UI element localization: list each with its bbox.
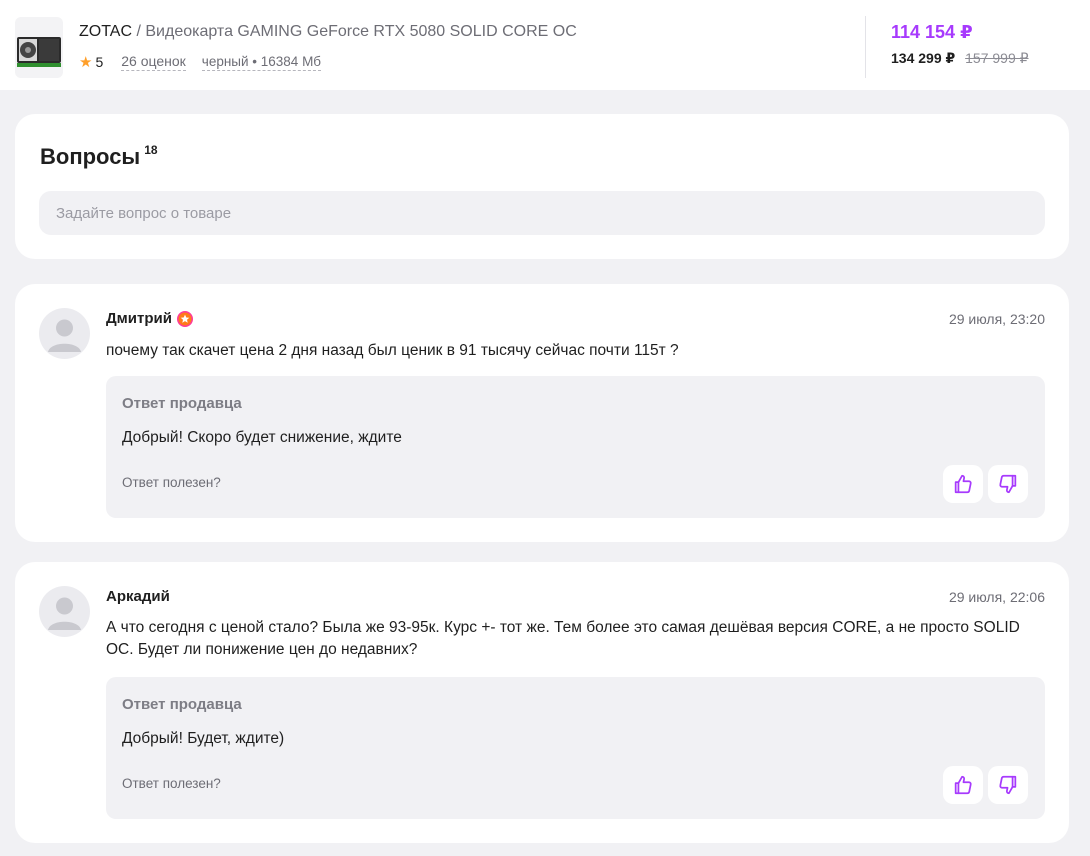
price-old: 157 999 ₽ — [965, 50, 1029, 66]
answer-text: Добрый! Будет, ждите) — [122, 730, 285, 747]
avatar — [39, 586, 90, 637]
star-icon: ★ — [79, 54, 93, 71]
product-meta: ★ 5 26 оценок черный • 16384 Мб — [79, 52, 322, 72]
seller-answer: Ответ продавца Добрый! Скоро будет сниже… — [106, 376, 1045, 518]
avatar — [39, 308, 90, 359]
helpful-label: Ответ полезен? — [122, 776, 221, 791]
price-main: 114 154 ₽ — [891, 22, 973, 42]
thumbs-down-icon — [999, 474, 1017, 494]
answer-label: Ответ продавца — [122, 395, 242, 412]
helpful-label: Ответ полезен? — [122, 475, 221, 490]
question-date: 29 июля, 23:20 — [948, 311, 1045, 327]
thumbs-up-button[interactable] — [943, 766, 983, 804]
product-title[interactable]: ZOTAC / Видеокарта GAMING GeForce RTX 50… — [79, 22, 577, 42]
answer-text: Добрый! Скоро будет снижение, ждите — [122, 429, 402, 446]
rating-value: 5 — [95, 54, 104, 70]
question-date: 29 июля, 22:06 — [948, 589, 1045, 605]
thumbs-down-button[interactable] — [988, 766, 1028, 804]
author-name: Дмитрий — [106, 310, 172, 327]
thumbs-down-button[interactable] — [988, 465, 1028, 503]
author-name: Аркадий — [106, 588, 170, 605]
questions-count: 18 — [144, 142, 158, 157]
questions-title-text: Вопросы — [40, 144, 141, 169]
question-item: Аркадий 29 июля, 22:06 А что сегодня с ц… — [15, 562, 1069, 843]
variant-selector[interactable]: черный • 16384 Мб — [201, 54, 322, 71]
product-header: ZOTAC / Видеокарта GAMING GeForce RTX 50… — [0, 0, 1090, 90]
seller-answer: Ответ продавца Добрый! Будет, ждите) Отв… — [106, 677, 1045, 819]
badge-icon — [176, 310, 193, 327]
ask-question-input[interactable] — [39, 191, 1045, 235]
price-secondary: 134 299 ₽ 157 999 ₽ — [891, 50, 1029, 67]
question-text: А что сегодня с ценой стало? Была же 93-… — [106, 619, 1020, 658]
questions-title: Вопросы 18 — [40, 142, 158, 170]
answer-label: Ответ продавца — [122, 696, 242, 713]
question-author: Аркадий — [106, 588, 170, 605]
thumbs-up-icon — [954, 474, 972, 494]
product-name[interactable]: Видеокарта GAMING GeForce RTX 5080 SOLID… — [145, 23, 576, 40]
reviews-link[interactable]: 26 оценок — [121, 53, 186, 71]
user-avatar-icon — [48, 319, 81, 352]
thumbs-down-icon — [999, 775, 1017, 795]
price-card: 134 299 ₽ — [891, 50, 956, 66]
brand-name[interactable]: ZOTAC — [79, 23, 132, 40]
question-text: почему так скачет цена 2 дня назад был ц… — [106, 342, 679, 359]
header-divider — [865, 16, 866, 78]
thumbs-up-button[interactable] — [943, 465, 983, 503]
question-author: Дмитрий — [106, 310, 193, 327]
question-item: Дмитрий 29 июля, 23:20 почему так скачет… — [15, 284, 1069, 542]
questions-card: Вопросы 18 — [15, 114, 1069, 259]
product-thumbnail[interactable] — [15, 17, 63, 78]
title-separator: / — [132, 23, 146, 40]
user-avatar-icon — [48, 597, 81, 630]
thumbs-up-icon — [954, 775, 972, 795]
